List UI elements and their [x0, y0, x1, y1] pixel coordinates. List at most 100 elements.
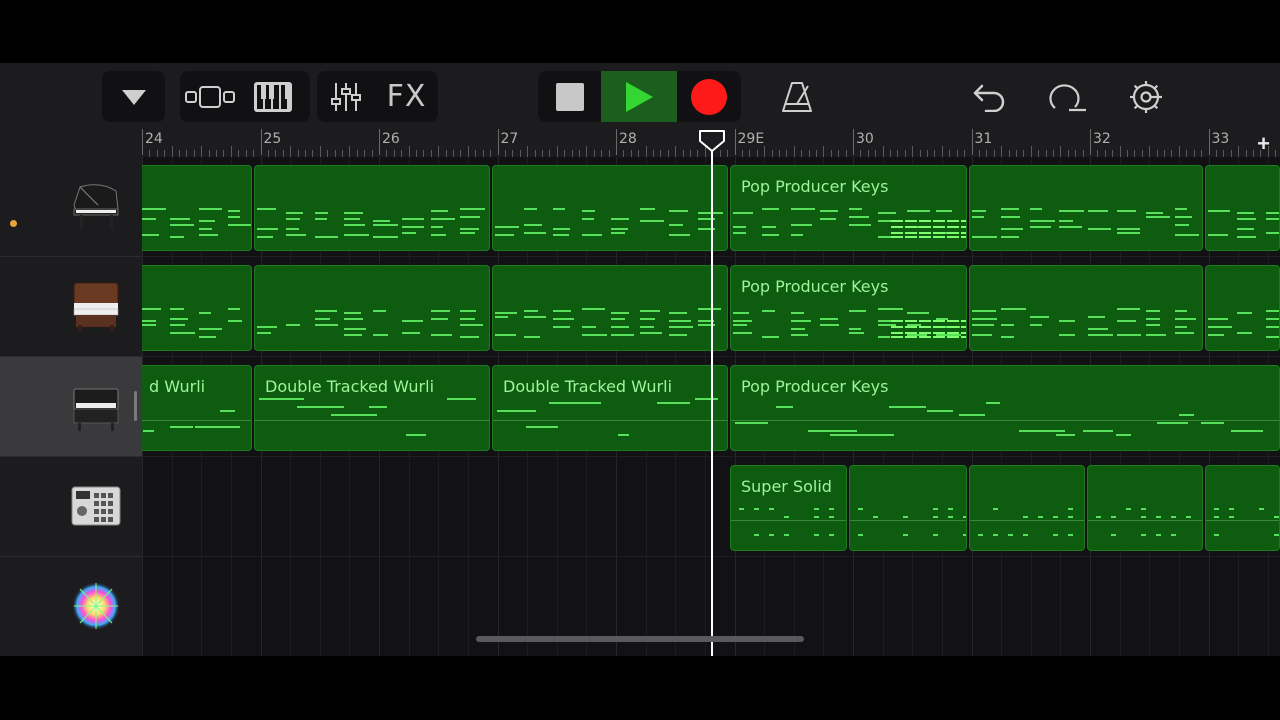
midi-note — [402, 226, 424, 228]
midi-note — [919, 326, 931, 328]
midi-note — [582, 234, 602, 236]
region[interactable] — [1205, 265, 1280, 351]
region[interactable] — [969, 165, 1203, 251]
region[interactable] — [1087, 465, 1203, 551]
view-group — [180, 71, 310, 122]
midi-note — [257, 326, 277, 328]
ruler-tick — [845, 150, 847, 157]
region[interactable]: Pop Producer Keys — [730, 265, 967, 351]
midi-note — [1141, 534, 1146, 536]
region[interactable] — [1205, 465, 1280, 551]
midi-note — [947, 226, 959, 228]
ruler-tick — [201, 146, 203, 157]
undo-button[interactable] — [966, 71, 1012, 122]
region[interactable]: Double Tracked Wurli — [254, 365, 490, 451]
midi-note — [993, 508, 998, 510]
ruler-tick — [860, 150, 862, 157]
midi-note — [1023, 516, 1028, 518]
region[interactable]: d Wurli — [142, 365, 252, 451]
midi-note — [903, 516, 908, 518]
midi-note — [762, 336, 779, 338]
midi-note — [891, 320, 903, 322]
ruler-tick — [156, 150, 158, 157]
midi-note — [947, 232, 959, 234]
ruler-tick — [727, 150, 729, 157]
record-button[interactable] — [677, 71, 741, 122]
region[interactable] — [254, 165, 490, 251]
ruler-tick — [349, 146, 351, 157]
midi-note — [495, 234, 514, 236]
loop-browser-button[interactable] — [1044, 71, 1092, 122]
midi-note — [1237, 228, 1254, 230]
midi-note — [286, 212, 303, 214]
region-midline — [1206, 520, 1279, 521]
fx-button[interactable]: FX — [375, 71, 438, 122]
region[interactable] — [492, 265, 728, 351]
metronome-button[interactable] — [772, 71, 822, 122]
playhead-handle[interactable] — [698, 129, 726, 153]
play-button[interactable] — [601, 71, 677, 122]
ruler-tick — [964, 150, 966, 157]
midi-note — [1117, 308, 1140, 310]
track-resize-handle[interactable] — [134, 391, 137, 421]
region[interactable] — [254, 265, 490, 351]
midi-note — [733, 320, 752, 322]
midi-note — [814, 534, 819, 536]
browser-dropdown-button[interactable] — [102, 71, 165, 122]
midi-note — [733, 212, 753, 214]
ruler-tick — [904, 150, 906, 157]
region[interactable] — [142, 265, 252, 351]
region[interactable] — [849, 465, 967, 551]
midi-note — [978, 534, 983, 536]
midi-note — [1237, 212, 1254, 214]
track-header-drums[interactable] — [0, 457, 142, 557]
ruler-tick — [667, 150, 669, 157]
midi-note — [1208, 326, 1232, 328]
midi-note — [959, 414, 985, 416]
region[interactable]: Pop Producer Keys — [730, 165, 967, 251]
electric-piano-icon — [73, 388, 119, 431]
region[interactable] — [492, 165, 728, 251]
midi-note — [1068, 534, 1073, 536]
midi-note — [849, 328, 861, 330]
track-header-synth[interactable] — [0, 557, 142, 656]
loop-icon — [1049, 83, 1086, 111]
region[interactable] — [142, 165, 252, 251]
track-header-grand-piano[interactable] — [0, 157, 142, 257]
midi-note — [873, 516, 878, 518]
region[interactable] — [1205, 165, 1280, 251]
region-name: Double Tracked Wurli — [265, 377, 435, 396]
midi-note — [858, 508, 863, 510]
horizontal-scrollbar[interactable] — [476, 636, 804, 642]
ruler-tick — [319, 146, 321, 157]
ruler-tick — [334, 150, 336, 157]
ruler-tick — [919, 150, 921, 157]
region[interactable]: Double Tracked Wurli — [492, 365, 728, 451]
my-songs-group — [102, 71, 165, 122]
ruler-bar-line — [497, 129, 499, 155]
add-section-button[interactable]: + — [1257, 131, 1270, 157]
midi-note — [431, 234, 446, 236]
midi-note — [1175, 216, 1192, 218]
ruler-tick — [149, 150, 151, 157]
region[interactable]: Pop Producer Keys — [730, 365, 1280, 451]
region[interactable] — [969, 465, 1085, 551]
track-header-organ[interactable] — [0, 257, 142, 357]
settings-button[interactable] — [1122, 71, 1170, 122]
region[interactable] — [969, 265, 1203, 351]
midi-note — [143, 430, 154, 432]
midi-note — [1053, 516, 1058, 518]
midi-note — [695, 398, 718, 400]
track-header-wurli[interactable] — [0, 357, 142, 457]
tracks-view-button[interactable] — [180, 71, 240, 122]
ruler-tick — [408, 146, 410, 157]
ruler-tick — [1252, 150, 1254, 157]
midi-note — [315, 236, 338, 238]
ruler-tick — [1127, 150, 1129, 157]
drum-machine-icon — [71, 486, 121, 526]
keyboard-button[interactable] — [240, 71, 306, 122]
mixer-button[interactable] — [317, 71, 375, 122]
region[interactable]: Super Solid — [730, 465, 847, 551]
midi-note — [460, 208, 485, 210]
stop-button[interactable] — [538, 71, 601, 122]
